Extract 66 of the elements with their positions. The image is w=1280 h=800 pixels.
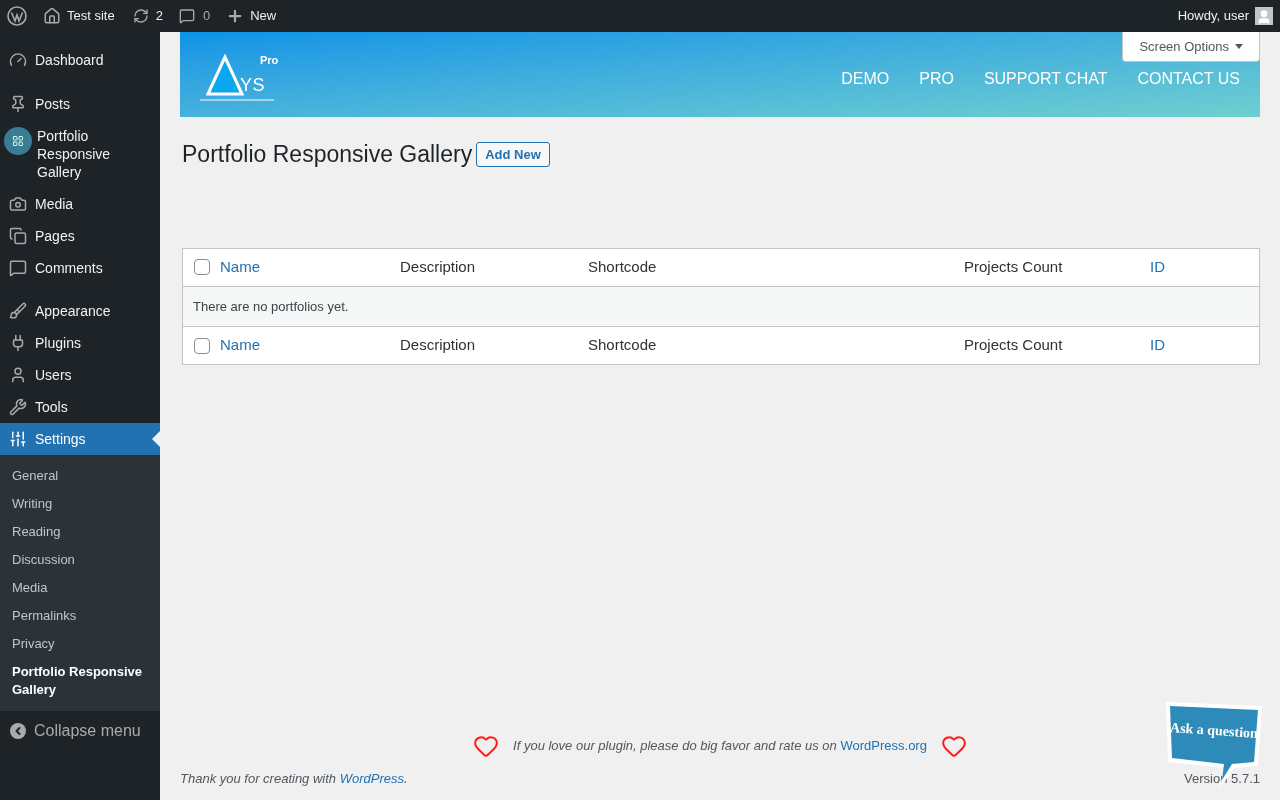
select-all-checkbox[interactable] <box>194 259 210 275</box>
column-header: Description <box>400 336 476 354</box>
footer-text: Thank you for creating with WordPress. <box>180 769 408 788</box>
submenu-item[interactable]: Media <box>0 574 160 602</box>
wordpress-logo-icon[interactable] <box>7 6 27 26</box>
caret-icon <box>1235 44 1243 49</box>
column-header: Description <box>400 257 476 275</box>
menu-item[interactable]: Appearance <box>0 295 160 327</box>
gauge-icon <box>9 51 27 69</box>
pages-icon <box>9 227 27 245</box>
wrench-icon <box>9 398 27 416</box>
add-new-button[interactable]: Add New <box>476 141 550 167</box>
menu-item[interactable]: Tools <box>0 391 160 423</box>
submenu-item[interactable]: Reading <box>0 518 160 546</box>
site-link[interactable]: Test site <box>67 6 115 26</box>
column-header: Projects Count <box>964 336 1063 354</box>
logo-text: YS <box>240 74 265 97</box>
column-header: Shortcode <box>588 257 657 275</box>
column-header: Projects Count <box>964 257 1063 275</box>
submenu-item[interactable]: General <box>0 462 160 490</box>
avatar-icon <box>1255 7 1273 25</box>
submenu-item[interactable]: Privacy <box>0 630 160 658</box>
menu-item[interactable]: Posts <box>0 88 160 120</box>
updates-icon <box>132 8 149 24</box>
submenu-item[interactable]: Writing <box>0 490 160 518</box>
speech-bubble-icon <box>9 259 27 277</box>
footer-link[interactable]: WordPress <box>339 770 404 786</box>
submenu-item[interactable]: Portfolio Responsive Gallery <box>0 658 160 704</box>
collapse-icon <box>10 723 26 739</box>
submenu-item[interactable]: Discussion <box>0 546 160 574</box>
menu-item[interactable]: Portfolio Responsive Gallery <box>0 120 160 188</box>
select-all-checkbox[interactable] <box>194 337 210 354</box>
column-sort-link[interactable]: Name <box>220 257 260 275</box>
pin-icon <box>9 95 27 113</box>
rate-note: If you love our plugin, please do big favor and rate us on WordPress.org <box>513 736 927 755</box>
current-pointer-icon <box>152 431 160 447</box>
menu-item[interactable]: Media <box>0 188 160 220</box>
comments-count[interactable]: 0 <box>202 6 211 26</box>
menu-item[interactable]: Plugins <box>0 327 160 359</box>
user-icon <box>9 366 27 384</box>
column-header: Shortcode <box>588 336 657 354</box>
brush-icon <box>9 302 27 320</box>
menu-item[interactable]: Pages <box>0 220 160 252</box>
grid-icon <box>4 127 32 155</box>
comments-icon <box>178 8 195 24</box>
collapse-menu-button[interactable]: Collapse menu <box>0 711 160 743</box>
version-text: Version 5.7.1 <box>1184 769 1260 788</box>
menu-item[interactable]: Comments <box>0 252 160 284</box>
menu-item[interactable]: Settings <box>0 423 160 455</box>
screen-options-button[interactable]: Screen Options <box>1122 32 1260 62</box>
home-icon <box>43 7 61 25</box>
menu-item[interactable]: Dashboard <box>0 44 160 76</box>
rate-link[interactable]: WordPress.org <box>840 737 927 753</box>
greeting-link[interactable]: Howdy, user <box>1177 6 1249 26</box>
page-title: Portfolio Responsive Gallery <box>182 140 473 169</box>
submenu-item[interactable]: Permalinks <box>0 602 160 630</box>
column-sort-link[interactable]: ID <box>1150 336 1165 354</box>
camera-icon <box>9 195 27 213</box>
logo-pro-label: Pro <box>260 53 279 68</box>
column-sort-link[interactable]: Name <box>220 336 260 354</box>
sliders-icon <box>9 430 27 448</box>
updates-count[interactable]: 2 <box>155 6 163 26</box>
menu-item[interactable]: Users <box>0 359 160 391</box>
column-sort-link[interactable]: ID <box>1150 257 1165 275</box>
new-link[interactable]: New <box>250 6 277 26</box>
empty-message: There are no portfolios yet. <box>183 285 1259 327</box>
